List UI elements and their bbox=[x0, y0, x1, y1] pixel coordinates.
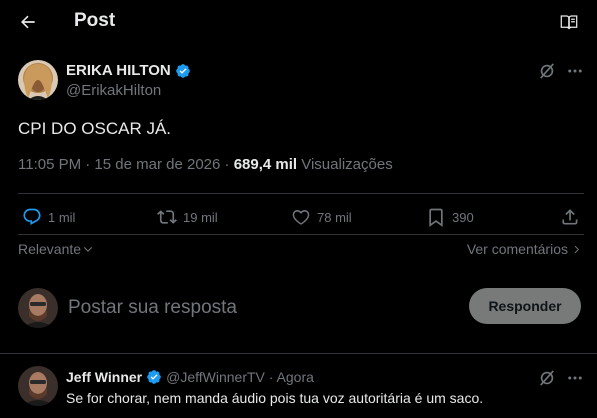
comment-handle-time[interactable]: @JeffWinnerTV · Agora bbox=[166, 369, 314, 385]
comment-avatar-image bbox=[18, 366, 58, 406]
grok-icon bbox=[540, 63, 554, 79]
comment-more-button[interactable] bbox=[565, 368, 585, 388]
ellipsis-icon bbox=[568, 69, 582, 73]
views-label: Visualizações bbox=[297, 156, 393, 173]
repost-action[interactable]: 19 mil bbox=[157, 205, 218, 229]
chevron-right-icon bbox=[574, 245, 580, 253]
share-upload-icon bbox=[562, 209, 578, 225]
sort-dropdown[interactable]: Relevante bbox=[18, 241, 93, 257]
verified-badge-icon bbox=[175, 63, 190, 78]
repost-count: 19 mil bbox=[183, 209, 218, 225]
open-book-icon bbox=[560, 15, 578, 30]
verified-badge-icon bbox=[147, 370, 161, 384]
like-action[interactable]: 78 mil bbox=[291, 205, 352, 229]
user-avatar-image bbox=[18, 288, 58, 328]
sort-label: Relevante bbox=[18, 241, 82, 257]
divider bbox=[18, 234, 584, 235]
comment-header: Jeff Winner @JeffWinnerTV · Agora bbox=[66, 369, 314, 385]
page-title: Post bbox=[74, 10, 116, 31]
author-name-row[interactable]: ERIKA HILTON bbox=[66, 62, 191, 79]
more-options-button[interactable] bbox=[565, 61, 585, 81]
ellipsis-icon bbox=[568, 376, 582, 380]
comment-avatar[interactable] bbox=[18, 366, 58, 406]
post-timestamp[interactable]: 11:05 PM · 15 de mar de 2026 · bbox=[18, 156, 234, 173]
top-bar: Post bbox=[0, 0, 597, 44]
chevron-down-icon bbox=[83, 246, 93, 252]
reply-input[interactable] bbox=[68, 294, 448, 322]
bookmark-action[interactable]: 390 bbox=[426, 205, 474, 229]
arrow-left-icon bbox=[21, 15, 35, 29]
post-text: CPI DO OSCAR JÁ. bbox=[18, 119, 172, 138]
author-name[interactable]: ERIKA HILTON bbox=[66, 62, 171, 79]
author-avatar[interactable] bbox=[18, 60, 58, 100]
reader-mode-button[interactable] bbox=[557, 10, 581, 34]
share-action[interactable] bbox=[560, 205, 580, 229]
post-meta: 11:05 PM · 15 de mar de 2026 · 689,4 mil… bbox=[18, 156, 393, 173]
speech-bubble-icon bbox=[23, 208, 41, 225]
back-button[interactable] bbox=[14, 8, 42, 36]
view-comments-link[interactable]: Ver comentários bbox=[467, 241, 581, 257]
bookmark-count: 390 bbox=[452, 209, 474, 225]
views-count: 689,4 mil bbox=[233, 156, 298, 173]
reply-submit-button[interactable]: Responder bbox=[469, 288, 581, 324]
reply-count: 1 mil bbox=[48, 209, 76, 225]
grok-button[interactable] bbox=[537, 61, 557, 81]
divider bbox=[0, 353, 597, 354]
heart-icon bbox=[292, 209, 310, 225]
like-count: 78 mil bbox=[317, 209, 352, 225]
divider bbox=[18, 193, 584, 194]
author-handle[interactable]: @ErikakHilton bbox=[66, 82, 161, 99]
bookmark-icon bbox=[429, 208, 443, 227]
repost-arrows-icon bbox=[157, 210, 177, 224]
comment-text: Se for chorar, nem manda áudio pois tua … bbox=[66, 390, 484, 406]
comment-grok-button[interactable] bbox=[537, 368, 557, 388]
user-avatar[interactable] bbox=[18, 288, 58, 328]
comment-author-name[interactable]: Jeff Winner bbox=[66, 369, 142, 385]
author-avatar-image bbox=[18, 60, 58, 100]
view-comments-label: Ver comentários bbox=[466, 241, 568, 257]
reply-action[interactable]: 1 mil bbox=[22, 205, 75, 229]
grok-icon bbox=[540, 370, 554, 386]
